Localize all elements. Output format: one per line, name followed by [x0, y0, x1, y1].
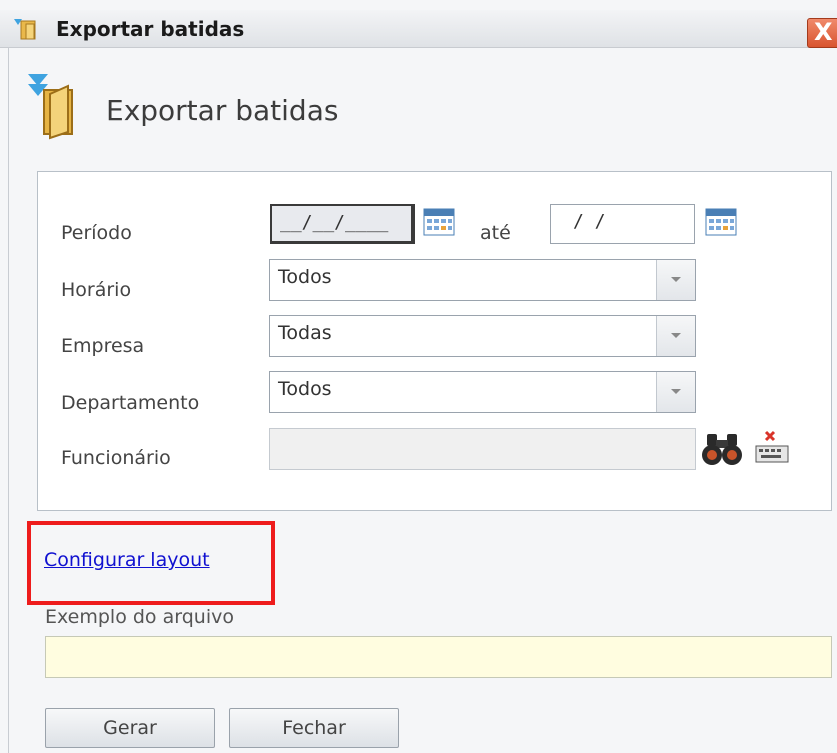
window-title: Exportar batidas [56, 17, 245, 41]
periodo-label: Período [61, 222, 132, 244]
chevron-down-icon[interactable] [656, 372, 695, 412]
horario-label: Horário [61, 279, 132, 301]
example-file-field[interactable] [45, 636, 832, 678]
horario-value: Todos [278, 266, 332, 288]
funcionario-input[interactable] [269, 428, 696, 470]
horario-select[interactable]: Todos [269, 259, 696, 301]
empresa-label: Empresa [61, 335, 145, 357]
period-end-input[interactable]: / / [550, 204, 695, 244]
export-punches-icon [14, 19, 36, 40]
export-dialog: Exportar batidas X Exportar batidas Perí… [0, 0, 837, 753]
page-title: Exportar batidas [106, 94, 339, 127]
funcionario-label: Funcionário [61, 447, 171, 469]
departamento-label: Departamento [61, 392, 200, 414]
export-punches-icon [28, 74, 73, 140]
title-bar: Exportar batidas X [0, 10, 837, 48]
calendar-icon[interactable] [423, 208, 455, 236]
calendar-icon[interactable] [705, 208, 737, 236]
empresa-value: Todas [278, 322, 332, 344]
example-label: Exemplo do arquivo [45, 606, 234, 628]
generate-button[interactable]: Gerar [45, 708, 215, 748]
configure-layout-link[interactable]: Configurar layout [44, 549, 210, 571]
close-window-button[interactable]: X [807, 18, 837, 48]
close-icon: X [814, 18, 833, 46]
close-button[interactable]: Fechar [229, 708, 399, 748]
binoculars-icon[interactable] [701, 430, 743, 468]
chevron-down-icon[interactable] [656, 260, 695, 300]
window-border [8, 47, 9, 753]
departamento-select[interactable]: Todos [269, 371, 696, 413]
empresa-select[interactable]: Todas [269, 315, 696, 357]
period-start-input[interactable]: __/__/____ [270, 204, 415, 244]
keyboard-clear-icon[interactable] [752, 430, 792, 466]
departamento-value: Todos [278, 378, 332, 400]
periodo-connector: até [480, 222, 511, 244]
chevron-down-icon[interactable] [656, 316, 695, 356]
